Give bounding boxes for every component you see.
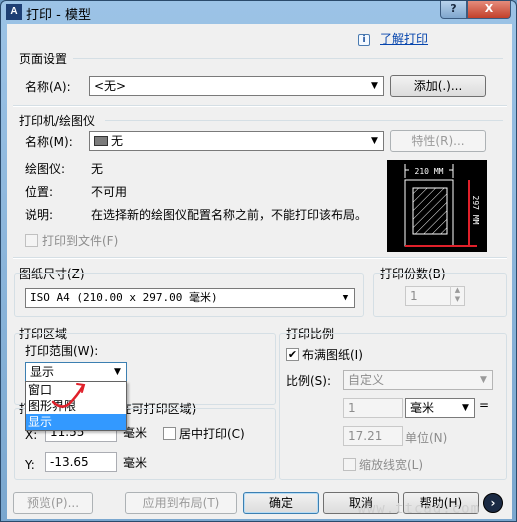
close-button[interactable]: X bbox=[467, 1, 511, 19]
section-separator bbox=[13, 106, 507, 107]
center-plot-label: 居中打印(C) bbox=[179, 427, 245, 441]
section-separator bbox=[13, 258, 507, 259]
printer-name-select[interactable]: 无 ▼ bbox=[89, 131, 384, 151]
scale-value1: 1 bbox=[348, 401, 356, 415]
fit-to-paper-checkbox[interactable]: ✔ bbox=[286, 348, 299, 361]
plotter-value: 无 bbox=[91, 162, 104, 176]
red-annotation-mark bbox=[51, 383, 86, 408]
title-bar[interactable]: A 打印 - 模型 ? X bbox=[1, 1, 516, 23]
printer-name-label: 名称(M): bbox=[25, 135, 73, 149]
scale-lineweights-label: 缩放线宽(L) bbox=[359, 458, 424, 472]
paper-size-select[interactable]: ISO A4 (210.00 x 297.00 毫米) ▼ bbox=[25, 288, 355, 308]
description-value: 在选择新的绘图仪配置名称之前，不能打印该布局。 bbox=[91, 208, 368, 222]
scale-value1-input[interactable]: 1 bbox=[343, 398, 403, 418]
chevron-down-icon: ▼ bbox=[342, 293, 349, 303]
autocad-icon: A bbox=[6, 4, 22, 20]
page-setup-name-label: 名称(A): bbox=[25, 80, 71, 94]
preview-button[interactable]: 预览(P)... bbox=[13, 492, 93, 514]
option-display[interactable]: 显示 bbox=[26, 414, 126, 430]
page-setup-name-value: <无> bbox=[94, 79, 127, 93]
offset-y-input[interactable]: -13.65 bbox=[45, 452, 117, 472]
printer-name-value: 无 bbox=[111, 134, 124, 148]
printer-properties-button[interactable]: 特性(R)... bbox=[390, 130, 486, 152]
chevron-down-icon: ▼ bbox=[462, 403, 469, 413]
plot-range-value: 显示 bbox=[30, 365, 55, 379]
add-page-setup-button[interactable]: 添加(.)... bbox=[390, 75, 486, 97]
chevron-down-icon: ▼ bbox=[114, 367, 121, 377]
printer-title: 打印机/绘图仪 bbox=[19, 114, 96, 128]
scale-unit-value: 毫米 bbox=[410, 401, 435, 415]
offset-y-value: -13.65 bbox=[50, 455, 89, 469]
page-setup-divider bbox=[73, 58, 503, 59]
plot-range-label: 打印范围(W): bbox=[25, 344, 99, 358]
scale-label: 比例(S): bbox=[286, 374, 332, 388]
equals-sign: = bbox=[479, 398, 490, 412]
paper-preview: 210 MM 297 MM bbox=[387, 160, 487, 252]
window-title: 打印 - 模型 bbox=[26, 8, 91, 23]
location-value: 不可用 bbox=[91, 185, 128, 199]
spin-down-icon[interactable]: ▼ bbox=[451, 295, 464, 304]
scale-value2-input[interactable]: 17.21 bbox=[343, 426, 403, 446]
printer-icon bbox=[94, 136, 108, 146]
copies-value: 1 bbox=[410, 289, 418, 303]
apply-to-layout-button[interactable]: 应用到布局(T) bbox=[125, 492, 237, 514]
dialog-body: i 了解打印 页面设置 名称(A): <无> ▼ 添加(.)... 打印机/绘图… bbox=[7, 24, 512, 519]
offset-y-unit: 毫米 bbox=[123, 456, 148, 470]
info-icon: i bbox=[358, 34, 370, 46]
chevron-down-icon: ▼ bbox=[480, 375, 487, 385]
paper-width-label: 210 MM bbox=[415, 167, 444, 176]
offset-y-label: Y: bbox=[25, 458, 35, 472]
print-to-file-label: 打印到文件(F) bbox=[42, 234, 119, 248]
description-label: 说明: bbox=[25, 208, 54, 222]
unit-label: 单位(N) bbox=[405, 431, 448, 445]
paper-height-label: 297 MM bbox=[471, 196, 480, 225]
learn-printing-link[interactable]: 了解打印 bbox=[380, 30, 428, 47]
page-setup-name-select[interactable]: <无> ▼ bbox=[89, 76, 384, 96]
watermark-text: www.ttcad.com bbox=[357, 501, 480, 517]
chevron-right-icon[interactable]: › bbox=[483, 493, 503, 513]
location-label: 位置: bbox=[25, 185, 54, 199]
chevron-down-icon: ▼ bbox=[371, 81, 378, 91]
scale-unit-select[interactable]: 毫米 ▼ bbox=[405, 398, 475, 418]
chevron-down-icon: ▼ bbox=[371, 136, 378, 146]
page-setup-title: 页面设置 bbox=[19, 52, 68, 66]
plotter-label: 绘图仪: bbox=[25, 162, 66, 176]
ok-button[interactable]: 确定 bbox=[243, 492, 319, 514]
paper-size-value: ISO A4 (210.00 x 297.00 毫米) bbox=[30, 291, 218, 304]
scale-select[interactable]: 自定义 ▼ bbox=[343, 370, 493, 390]
fit-to-paper-label: 布满图纸(I) bbox=[302, 348, 363, 362]
help-title-button[interactable]: ? bbox=[440, 1, 467, 19]
print-dialog-window: A 打印 - 模型 ? X i 了解打印 页面设置 名称(A): <无> ▼ 添… bbox=[0, 0, 517, 522]
plot-range-select[interactable]: 显示 ▼ bbox=[25, 362, 127, 382]
scale-value: 自定义 bbox=[348, 373, 385, 387]
printer-divider bbox=[105, 120, 503, 121]
spin-up-icon[interactable]: ▲ bbox=[451, 286, 464, 295]
center-plot-checkbox[interactable] bbox=[163, 427, 176, 440]
copies-spinner[interactable]: ▲ ▼ bbox=[450, 286, 464, 306]
scale-value2: 17.21 bbox=[348, 429, 383, 443]
print-to-file-checkbox[interactable] bbox=[25, 234, 38, 247]
paper-preview-drawing: 210 MM 297 MM bbox=[404, 164, 480, 247]
scale-lineweights-checkbox[interactable] bbox=[343, 458, 356, 471]
